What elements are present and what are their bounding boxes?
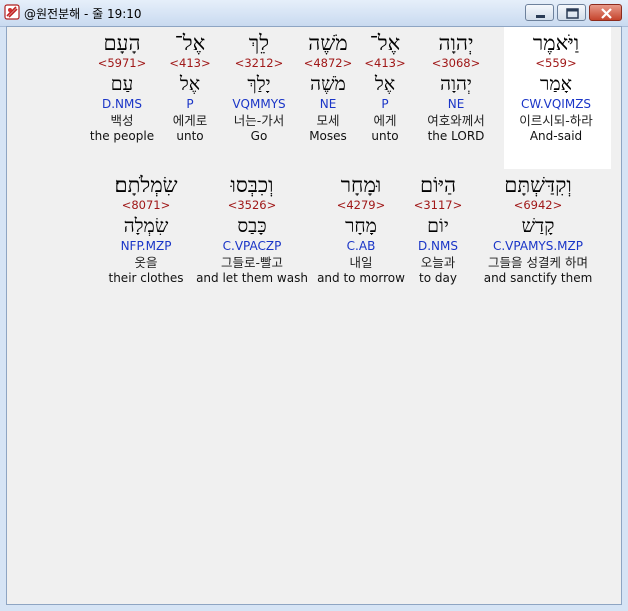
strongs-number[interactable]: <3117> — [414, 198, 463, 213]
parsing-code: CW.VQIMZS — [520, 97, 592, 111]
parsing-code: NFP.MZP — [120, 239, 172, 253]
word-block[interactable]: לֵךְ <3212> יָלַךְ VQMMYS 너는-가서 Go — [232, 30, 285, 144]
hebrew-word: הָעָם — [103, 31, 141, 55]
hebrew-lemma: אָמַר — [539, 73, 572, 95]
interlinear-panel: הָעָם <5971> עַם D.NMS 백성 the people אֶל… — [6, 26, 622, 605]
close-button[interactable] — [589, 4, 622, 21]
word-block[interactable]: הַיּוֹם <3117> יוֹם D.NMS 오늘과 to day — [414, 172, 463, 286]
hebrew-lemma: יוֹם — [427, 215, 449, 237]
strongs-number[interactable]: <5971> — [90, 56, 154, 71]
hebrew-lemma: מֹשֶׁה — [310, 73, 346, 95]
english-gloss: their clothes — [108, 271, 184, 285]
parsing-code: NE — [447, 97, 465, 111]
hebrew-word: וּמָחָר — [340, 173, 382, 197]
word-block[interactable]: יְהוָה <3068> יְהוָה NE 여호와께서 the LORD — [427, 30, 485, 144]
english-gloss: Go — [250, 129, 268, 143]
title-bar: @원전분해 - 줄 19:10 — [0, 0, 628, 27]
strongs-number[interactable]: <559> — [519, 56, 593, 71]
english-gloss: And-said — [529, 129, 583, 143]
korean-gloss: 그들을 성결케 하며 — [488, 255, 588, 270]
hebrew-lemma: יָלַךְ — [247, 73, 271, 95]
hebrew-lemma: שִׂמְלָה — [123, 215, 169, 237]
strongs-number[interactable]: <3212> — [232, 56, 285, 71]
parsing-code: NE — [319, 97, 337, 111]
korean-gloss: 여호와께서 — [427, 113, 485, 128]
word-block[interactable]: וְכִבְּסוּ <3526> כָּבַס C.VPACZP 그들로-빨고… — [196, 172, 308, 286]
parsing-code: VQMMYS — [232, 97, 286, 111]
korean-gloss: 이르시되-하라 — [519, 113, 593, 128]
word-block[interactable]: מֹשֶׁה <4872> מֹשֶׁה NE 모세 Moses — [304, 30, 353, 144]
parsing-code: P — [186, 97, 194, 111]
hebrew-word: הַיּוֹם — [419, 173, 457, 197]
word-block[interactable]: שִׂמְלֹתָם׃ <8071> שִׂמְלָה NFP.MZP 옷을 t… — [109, 172, 184, 286]
english-gloss: the LORD — [427, 129, 485, 143]
korean-gloss: 너는-가서 — [233, 113, 285, 128]
korean-gloss: 모세 — [316, 113, 340, 128]
hebrew-lemma: קָדַשׁ — [521, 215, 555, 237]
english-gloss: and let them wash — [196, 271, 308, 285]
hebrew-word: וַיֹּאמֶר — [532, 31, 580, 55]
hebrew-lemma: עַם — [110, 73, 134, 95]
korean-gloss: 백성 — [110, 113, 134, 128]
korean-gloss: 내일 — [349, 255, 373, 270]
word-block[interactable]: אֶל־ <413> אֶל P 에게 unto — [364, 30, 405, 144]
hebrew-word: אֶל־ — [369, 31, 401, 55]
hebrew-word: שִׂמְלֹתָם׃ — [114, 173, 178, 197]
hebrew-lemma: אֶל — [374, 73, 396, 95]
korean-gloss: 오늘과 — [420, 255, 456, 270]
maximize-icon — [566, 8, 579, 19]
hebrew-lemma: כָּבַס — [237, 215, 267, 237]
strongs-number[interactable]: <6942> — [484, 198, 593, 213]
hebrew-lemma: מָחָר — [345, 215, 377, 237]
window-bottom-frame — [0, 605, 628, 611]
close-icon — [601, 8, 612, 19]
strongs-number[interactable]: <4279> — [317, 198, 405, 213]
word-block[interactable]: וְקִדַּשְׁתָּם <6942> קָדַשׁ C.VPAMYS.MZ… — [484, 172, 593, 286]
maximize-button[interactable] — [557, 4, 586, 21]
word-block-selected[interactable]: וַיֹּאמֶר <559> אָמַר CW.VQIMZS 이르시되-하라 … — [519, 30, 593, 144]
word-block[interactable]: הָעָם <5971> עַם D.NMS 백성 the people — [90, 30, 154, 144]
window-title: @원전분해 - 줄 19:10 — [24, 7, 142, 21]
hebrew-word: וְקִדַּשְׁתָּם — [504, 173, 572, 197]
english-gloss: the people — [89, 129, 155, 143]
hebrew-lemma: יְהוָה — [440, 73, 472, 95]
korean-gloss: 옷을 — [134, 255, 158, 270]
hebrew-word: אֶל־ — [174, 31, 206, 55]
parsing-code: C.VPAMYS.MZP — [492, 239, 583, 253]
korean-gloss: 에게 — [373, 113, 397, 128]
korean-gloss: 에게로 — [172, 113, 208, 128]
strongs-number[interactable]: <413> — [364, 56, 405, 71]
hebrew-word: וְכִבְּסוּ — [230, 173, 274, 197]
hebrew-word: מֹשֶׁה — [308, 31, 348, 55]
korean-gloss: 그들로-빨고 — [220, 255, 284, 270]
parsing-code: D.NMS — [417, 239, 459, 253]
word-block[interactable]: אֶל־ <413> אֶל P 에게로 unto — [169, 30, 210, 144]
minimize-button[interactable] — [525, 4, 554, 21]
english-gloss: unto — [176, 129, 204, 143]
parsing-code: D.NMS — [101, 97, 142, 111]
app-logo-icon[interactable] — [4, 4, 20, 20]
english-gloss: and sanctify them — [483, 271, 593, 285]
english-gloss: Moses — [309, 129, 347, 143]
english-gloss: and to morrow — [317, 271, 405, 285]
parsing-code: P — [381, 97, 389, 111]
word-block[interactable]: וּמָחָר <4279> מָחָר C.AB 내일 and to morr… — [317, 172, 405, 286]
parsing-code: C.VPACZP — [222, 239, 282, 253]
minimize-icon — [536, 15, 545, 18]
strongs-number[interactable]: <3068> — [427, 56, 485, 71]
english-gloss: unto — [371, 129, 399, 143]
hebrew-word: יְהוָה — [438, 31, 474, 55]
hebrew-word: לֵךְ — [248, 31, 270, 55]
strongs-number[interactable]: <8071> — [109, 198, 184, 213]
strongs-number[interactable]: <4872> — [304, 56, 353, 71]
parsing-code: C.AB — [346, 239, 376, 253]
strongs-number[interactable]: <3526> — [196, 198, 308, 213]
english-gloss: to day — [419, 271, 457, 285]
hebrew-lemma: אֶל — [179, 73, 201, 95]
strongs-number[interactable]: <413> — [169, 56, 210, 71]
